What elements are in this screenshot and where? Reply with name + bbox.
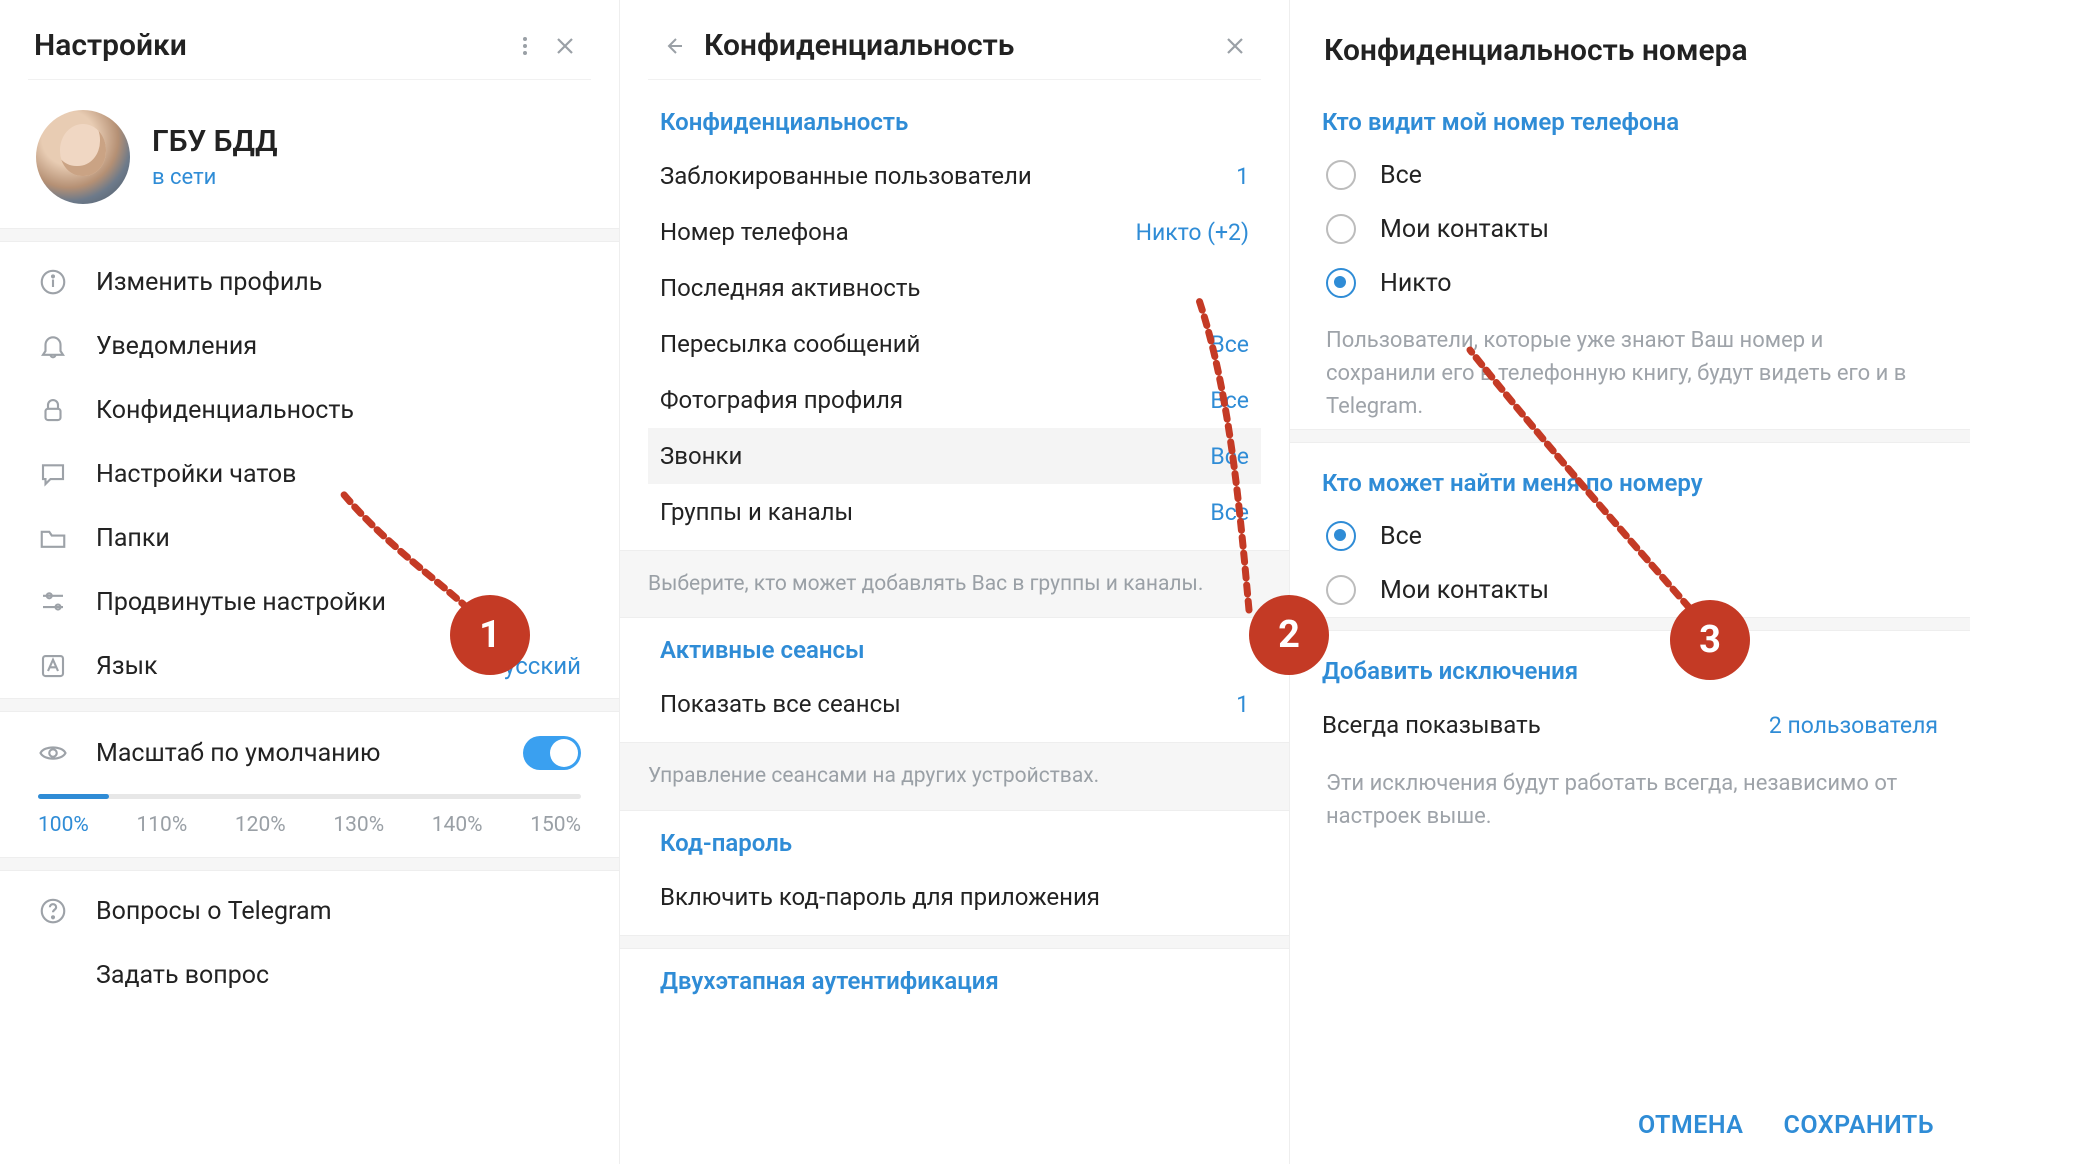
hint-sessions: Управление сеансами на других устройства… xyxy=(620,742,1289,810)
info-icon xyxy=(38,266,76,298)
phone-privacy-panel: Конфиденциальность номера Кто видит мой … xyxy=(1290,0,1970,1164)
priv-blocked[interactable]: Заблокированные пользователи1 xyxy=(648,148,1261,204)
radio-icon xyxy=(1326,575,1356,605)
step-badge-3: 3 xyxy=(1670,600,1750,680)
who-sees-contacts[interactable]: Мои контакты xyxy=(1318,202,1942,256)
divider xyxy=(0,698,619,712)
folder-icon xyxy=(38,522,76,554)
blank-icon xyxy=(38,959,76,991)
panel1-title: Настройки xyxy=(34,28,505,63)
radio-icon xyxy=(1326,214,1356,244)
back-icon[interactable] xyxy=(654,26,694,66)
close-icon[interactable] xyxy=(1215,26,1255,66)
settings-panel: Настройки ГБУ БДД в сети Изменить профил… xyxy=(0,0,620,1164)
zoom-step[interactable]: 130% xyxy=(333,813,384,837)
eye-icon xyxy=(38,737,76,769)
profile-name: ГБУ БДД xyxy=(152,124,278,159)
annotation-arrow-3 xyxy=(1430,300,1730,654)
panel3-title: Конфиденциальность номера xyxy=(1324,33,1936,68)
radio-icon xyxy=(1326,160,1356,190)
divider xyxy=(0,228,619,242)
panel2-title: Конфиденциальность xyxy=(704,28,1215,63)
privacy-heading: Конфиденциальность xyxy=(648,90,1261,148)
menu-label: Задать вопрос xyxy=(96,961,581,990)
button-bar: ОТМЕНА СОХРАНИТЬ xyxy=(1638,1111,1934,1140)
panel1-header: Настройки xyxy=(28,20,591,80)
passcode-heading: Код-пароль xyxy=(648,811,1261,869)
twofa-heading: Двухэтапная аутентификация xyxy=(648,949,1261,1007)
exceptions-row[interactable]: Всегда показывать 2 пользователя xyxy=(1318,697,1942,753)
zoom-label: Масштаб по умолчанию xyxy=(96,739,523,768)
who-sees-all[interactable]: Все xyxy=(1318,148,1942,202)
zoom-scale[interactable]: 100% 110% 120% 130% 140% 150% xyxy=(28,778,591,857)
lock-icon xyxy=(38,394,76,426)
zoom-step[interactable]: 150% xyxy=(530,813,581,837)
divider xyxy=(620,935,1289,949)
menu-label: Изменить профиль xyxy=(96,268,581,297)
zoom-step[interactable]: 140% xyxy=(432,813,483,837)
exceptions-desc: Эти исключения будут работать всегда, не… xyxy=(1318,753,1942,839)
step-badge-2: 2 xyxy=(1249,595,1329,675)
bell-icon xyxy=(38,330,76,362)
menu-edit-profile[interactable]: Изменить профиль xyxy=(28,250,591,314)
menu-label: Конфиденциальность xyxy=(96,396,581,425)
close-icon[interactable] xyxy=(545,26,585,66)
save-button[interactable]: СОХРАНИТЬ xyxy=(1783,1111,1934,1140)
zoom-step[interactable]: 100% xyxy=(38,813,89,837)
more-icon[interactable] xyxy=(505,26,545,66)
chat-icon xyxy=(38,458,76,490)
passcode-row[interactable]: Включить код-пароль для приложения xyxy=(648,869,1261,925)
cancel-button[interactable]: ОТМЕНА xyxy=(1638,1111,1744,1140)
panel3-header: Конфиденциальность номера xyxy=(1318,20,1942,80)
menu-label: Вопросы о Telegram xyxy=(96,897,581,926)
avatar xyxy=(36,110,130,204)
menu-privacy[interactable]: Конфиденциальность xyxy=(28,378,591,442)
menu-faq[interactable]: Вопросы о Telegram xyxy=(28,879,591,943)
menu-label: Язык xyxy=(96,652,489,681)
panel2-header: Конфиденциальность xyxy=(648,20,1261,80)
menu-label: Уведомления xyxy=(96,332,581,361)
zoom-toggle[interactable] xyxy=(523,736,581,770)
radio-icon xyxy=(1326,521,1356,551)
language-icon xyxy=(38,650,76,682)
sliders-icon xyxy=(38,586,76,618)
zoom-row: Масштаб по умолчанию xyxy=(28,720,591,778)
privacy-panel: Конфиденциальность Конфиденциальность За… xyxy=(620,0,1290,1164)
who-sees-heading: Кто видит мой номер телефона xyxy=(1318,90,1942,148)
profile-status: в сети xyxy=(152,165,278,190)
profile-row[interactable]: ГБУ БДД в сети xyxy=(28,90,591,228)
menu-ask[interactable]: Задать вопрос xyxy=(28,943,591,1007)
zoom-step[interactable]: 120% xyxy=(235,813,286,837)
zoom-step[interactable]: 110% xyxy=(136,813,187,837)
radio-icon xyxy=(1326,268,1356,298)
step-badge-1: 1 xyxy=(450,595,530,675)
menu-notifications[interactable]: Уведомления xyxy=(28,314,591,378)
annotation-arrow-2 xyxy=(1169,250,1299,634)
help-icon xyxy=(38,895,76,927)
divider xyxy=(0,857,619,871)
sessions-row[interactable]: Показать все сеансы1 xyxy=(648,676,1261,732)
